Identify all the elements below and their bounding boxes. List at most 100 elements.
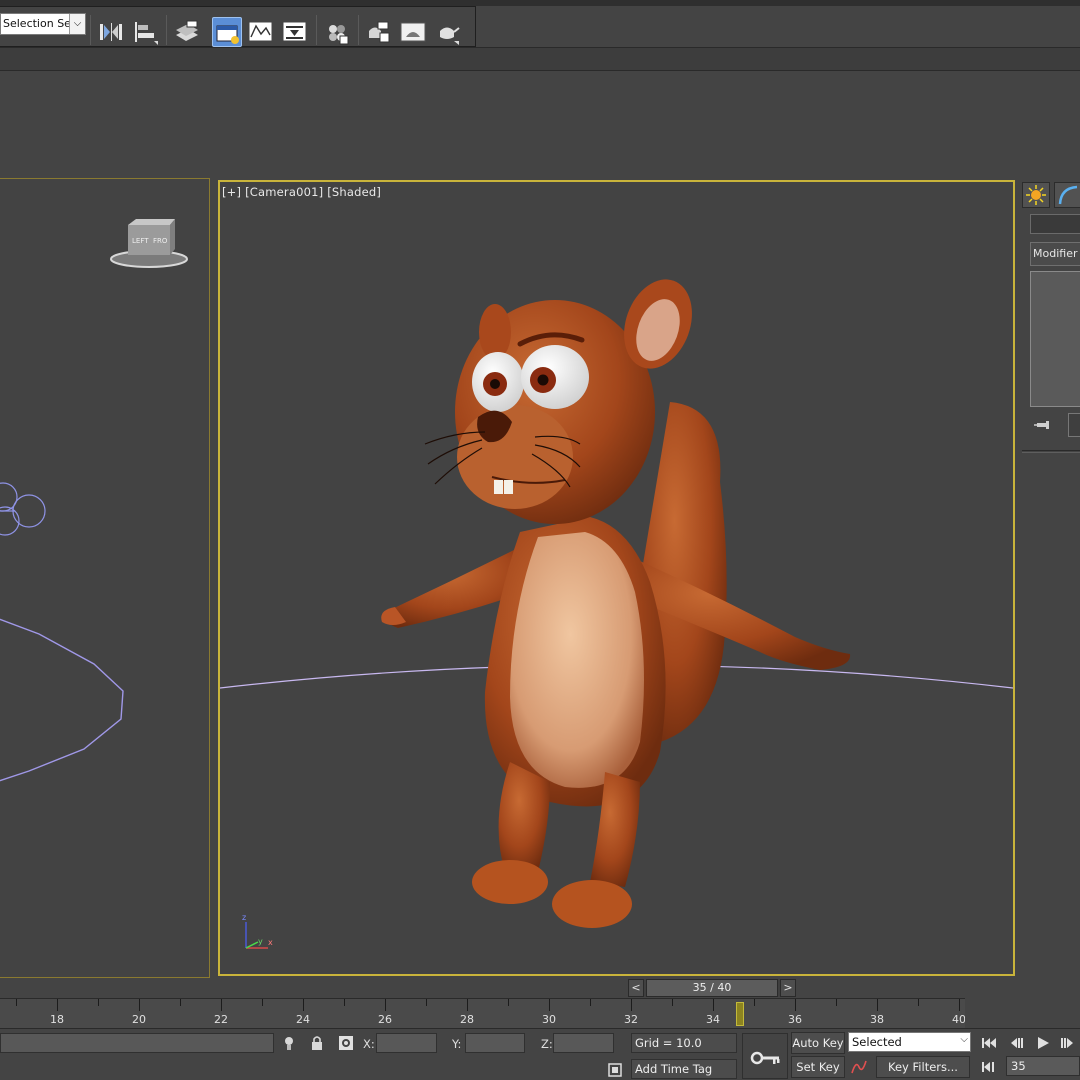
default-tangent-button[interactable] — [850, 1058, 868, 1076]
time-slider-next-button[interactable]: > — [780, 979, 796, 997]
track-bar[interactable]: 18 20 22 24 26 28 30 32 34 36 38 40 — [0, 998, 966, 1028]
align-button[interactable] — [130, 17, 160, 47]
create-tab[interactable] — [1022, 182, 1050, 208]
curve-editor-button[interactable] — [246, 17, 276, 47]
frame-tick-label: 34 — [706, 1013, 720, 1026]
render-production-button[interactable] — [432, 17, 462, 47]
key-filters-button[interactable]: Key Filters... — [876, 1056, 970, 1078]
time-slider[interactable]: < 35 / 40 > — [628, 979, 796, 997]
go-to-start-icon — [982, 1038, 996, 1048]
chevron-down-icon[interactable]: ⌵ — [69, 14, 85, 34]
command-panel-divider — [1022, 450, 1080, 453]
ribbon-tab-strip — [0, 47, 1080, 71]
layers-icon — [176, 20, 198, 41]
frame-tick — [467, 999, 468, 1011]
frame-tick-label: 30 — [542, 1013, 556, 1026]
mirror-button[interactable] — [96, 17, 126, 47]
material-editor-button[interactable] — [322, 17, 352, 47]
x-coordinate-input[interactable] — [376, 1033, 437, 1053]
selection-dropdown-value: Selected — [852, 1035, 902, 1049]
frame-tick — [959, 999, 960, 1011]
frame-tick-label: 36 — [788, 1013, 802, 1026]
modifier-stack[interactable] — [1030, 271, 1080, 407]
play-icon — [1038, 1037, 1049, 1049]
spline-wireframe[interactable] — [0, 618, 124, 782]
named-selection-set-dropdown[interactable]: Selection Se ⌵ — [0, 13, 86, 35]
previous-frame-button[interactable] — [1008, 1034, 1026, 1052]
dope-sheet-button[interactable] — [280, 17, 310, 47]
current-frame-field[interactable]: 35 — [1006, 1056, 1080, 1076]
x-coordinate-label: X: — [363, 1037, 375, 1051]
key-icon — [750, 1051, 780, 1065]
toolbar-divider — [316, 15, 317, 45]
camera-wireframe[interactable] — [0, 482, 46, 536]
schematic-view-icon — [282, 21, 307, 42]
transform-mode-icon — [339, 1036, 353, 1050]
svg-text:y: y — [258, 937, 263, 946]
frame-tick — [754, 999, 755, 1006]
toolbar-divider — [166, 15, 167, 45]
set-key-button[interactable]: Set Key — [791, 1056, 845, 1078]
frame-tick — [590, 999, 591, 1006]
y-coordinate-label: Y: — [452, 1037, 462, 1051]
frame-tick — [57, 999, 58, 1011]
selection-lock-button[interactable] — [308, 1034, 326, 1052]
axis-tripod: z y x — [242, 913, 273, 949]
frame-tick — [98, 999, 99, 1006]
object-name-field[interactable] — [1030, 214, 1080, 234]
key-mode-selection-dropdown[interactable]: Selected ⌵ — [848, 1032, 971, 1052]
svg-text:z: z — [242, 913, 246, 922]
pin-stack-button[interactable] — [1034, 416, 1052, 434]
camera-viewport-canvas: z y x — [220, 270, 1013, 949]
squirrel-character-model[interactable] — [381, 270, 851, 928]
current-frame-marker[interactable] — [736, 1002, 744, 1026]
y-coordinate-input[interactable] — [465, 1033, 525, 1053]
left-viewport-canvas: LEFT FRO — [0, 219, 188, 782]
chevron-down-icon[interactable]: ⌵ — [960, 1034, 968, 1045]
ribbon-area — [0, 71, 1080, 178]
mirror-icon — [100, 23, 122, 41]
viewcube[interactable]: LEFT FRO — [110, 219, 188, 268]
tangent-curve-icon — [851, 1060, 867, 1074]
absolute-transform-button[interactable] — [337, 1034, 355, 1052]
frame-tick-label: 18 — [50, 1013, 64, 1026]
prompt-line[interactable] — [0, 1033, 274, 1053]
scene-explorer-button[interactable] — [212, 17, 242, 47]
create-sun-icon — [1026, 185, 1046, 205]
frame-tick — [262, 999, 263, 1006]
align-icon — [135, 22, 158, 45]
toolbar-empty-area — [476, 6, 1080, 47]
frame-tick-label: 28 — [460, 1013, 474, 1026]
time-slider-prev-button[interactable]: < — [628, 979, 644, 997]
time-slider-thumb[interactable]: 35 / 40 — [646, 979, 778, 997]
play-button[interactable] — [1034, 1034, 1052, 1052]
modifier-list-dropdown[interactable]: Modifier L — [1030, 242, 1080, 266]
show-end-result-button[interactable] — [1068, 413, 1080, 437]
time-tag-button[interactable] — [606, 1061, 624, 1079]
go-to-start-button[interactable] — [980, 1034, 998, 1052]
render-setup-button[interactable] — [364, 17, 394, 47]
rendered-frame-window-button[interactable] — [398, 17, 428, 47]
viewport-camera[interactable]: [+] [Camera001] [Shaded] z y x — [218, 180, 1015, 976]
frame-tick-label: 22 — [214, 1013, 228, 1026]
frame-tick — [795, 999, 796, 1011]
z-coordinate-input[interactable] — [553, 1033, 614, 1053]
frame-tick — [426, 999, 427, 1006]
isolate-selection-button[interactable] — [280, 1034, 298, 1052]
frame-window-icon — [400, 22, 426, 42]
add-time-tag-button[interactable]: Add Time Tag — [631, 1059, 737, 1079]
frame-tick — [385, 999, 386, 1011]
modify-tab[interactable] — [1054, 182, 1080, 208]
frame-tick — [139, 999, 140, 1011]
key-mode-toggle-button[interactable] — [980, 1058, 998, 1076]
viewcube-front-face: FRO — [153, 237, 168, 245]
frame-tick — [549, 999, 550, 1011]
frame-tick-label: 32 — [624, 1013, 638, 1026]
set-keys-button[interactable] — [742, 1033, 788, 1079]
next-frame-button[interactable] — [1058, 1034, 1076, 1052]
frame-tick-label: 24 — [296, 1013, 310, 1026]
toolbar-divider — [90, 15, 91, 45]
layer-explorer-button[interactable] — [172, 17, 202, 47]
auto-key-button[interactable]: Auto Key — [791, 1032, 845, 1054]
viewport-left[interactable]: LEFT FRO — [0, 178, 210, 978]
